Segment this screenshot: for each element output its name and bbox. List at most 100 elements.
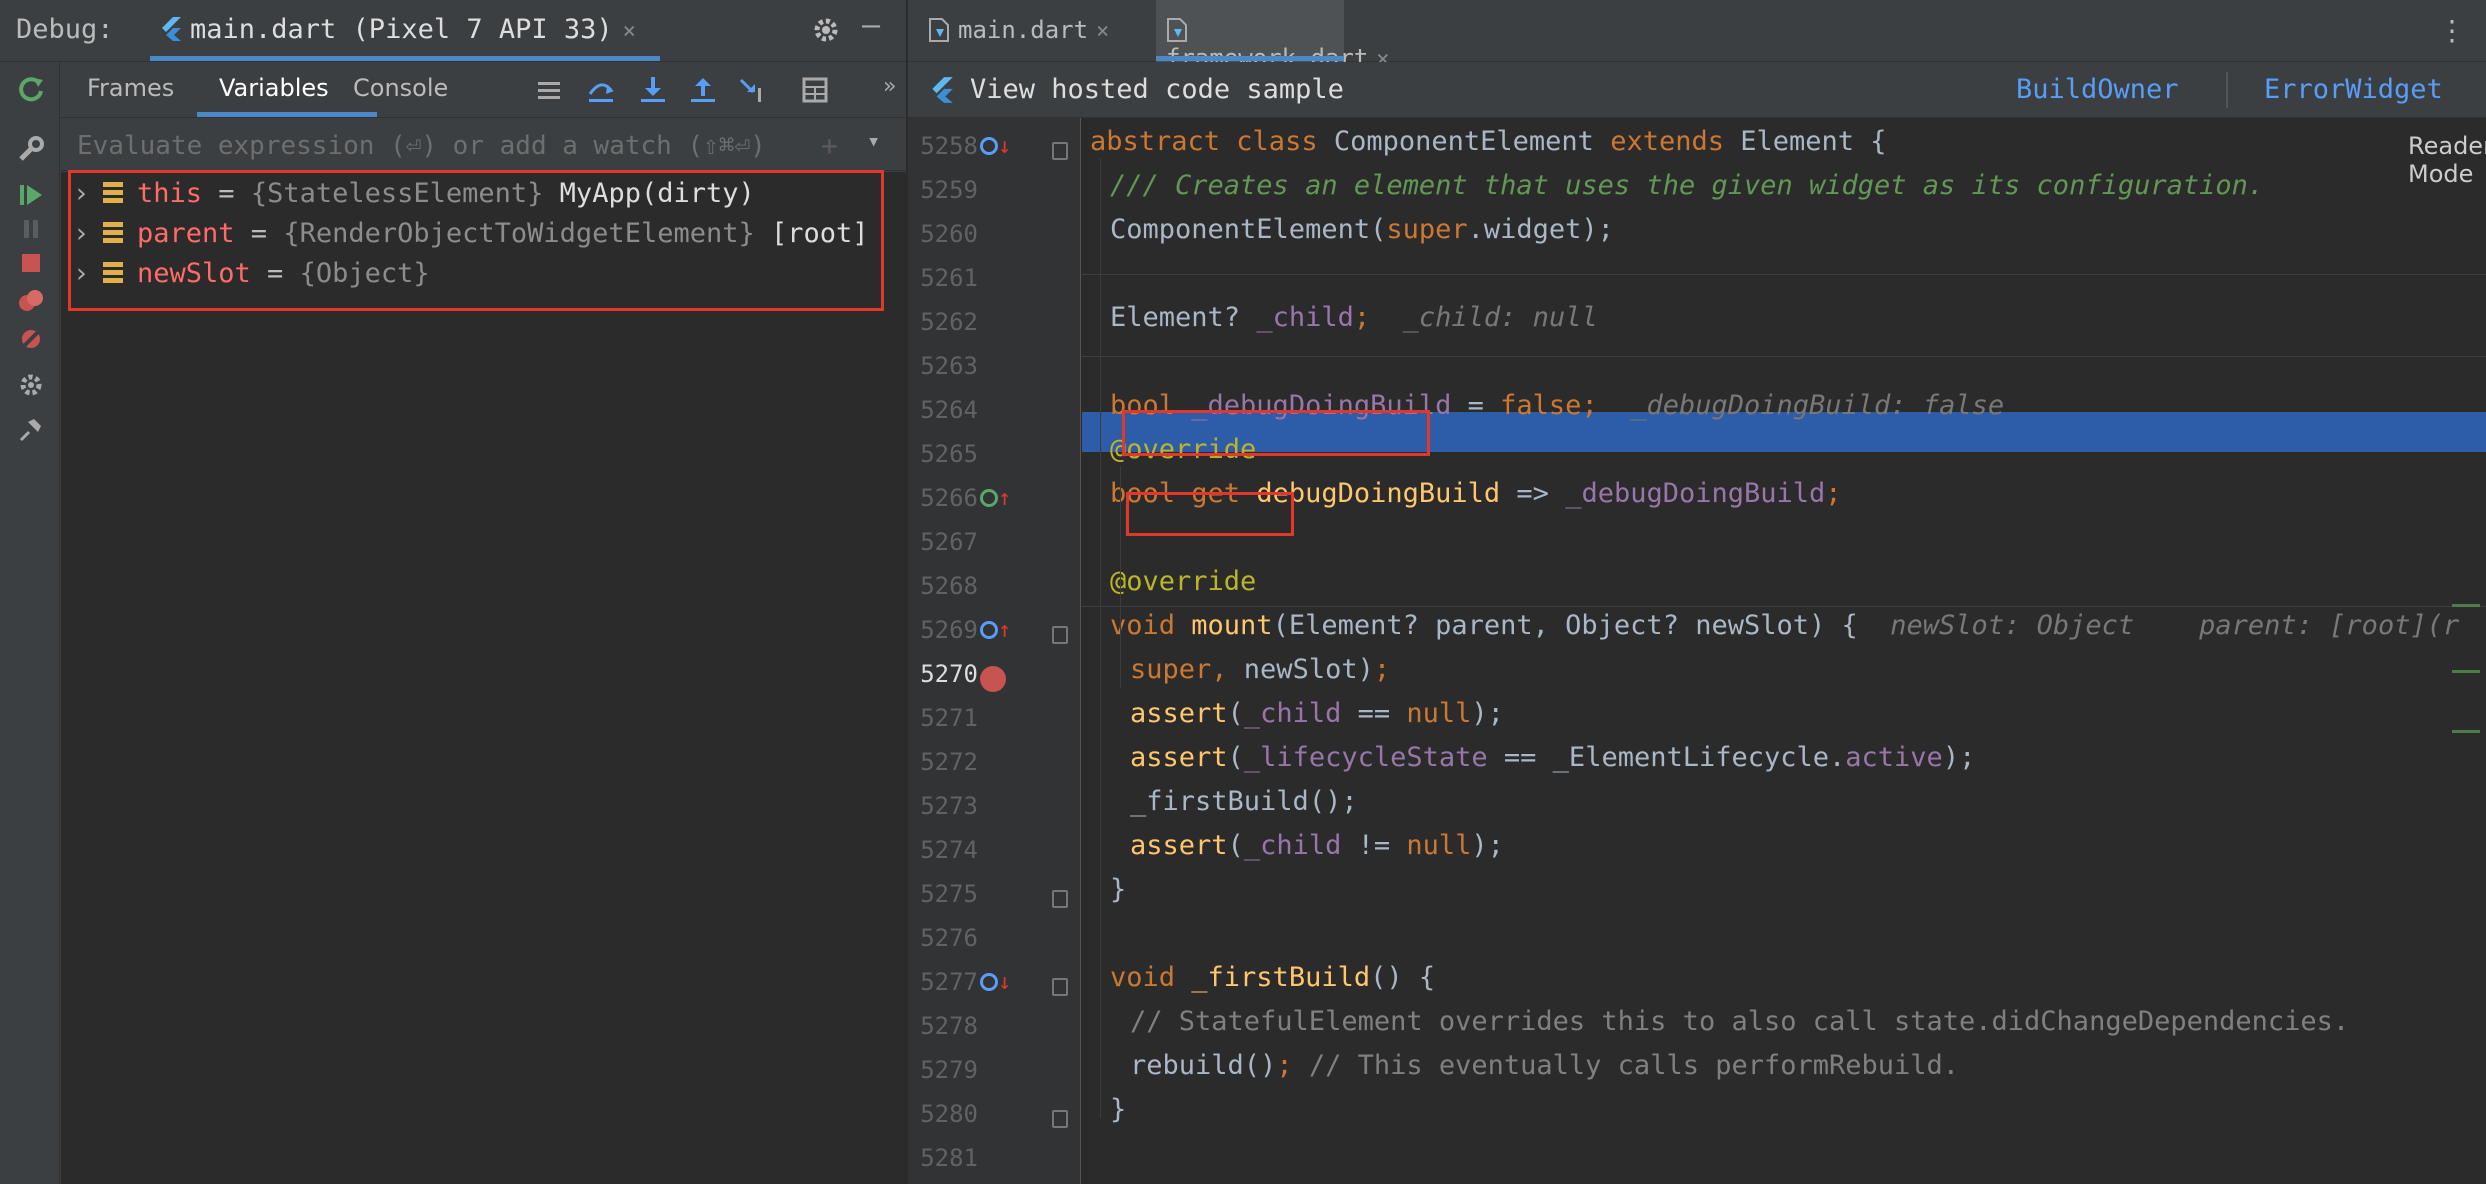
line-number[interactable]: 5271 xyxy=(908,704,978,732)
code-token: debugDoingBuild xyxy=(1256,478,1517,509)
code-token: _debugDoingBuild xyxy=(1565,478,1826,509)
code-line[interactable]: super, newSlot); xyxy=(1130,654,1390,698)
editor-banner: View hosted code sample BuildOwner Error… xyxy=(908,62,2486,118)
resume-icon[interactable] xyxy=(16,180,46,210)
step-into-icon[interactable] xyxy=(637,74,669,106)
error-widget-link[interactable]: ErrorWidget xyxy=(2264,74,2443,105)
code-line[interactable]: } xyxy=(1110,1094,1126,1138)
fold-icon[interactable] xyxy=(1052,142,1068,160)
line-number[interactable]: 5275 xyxy=(908,880,978,908)
gear-icon[interactable] xyxy=(810,14,842,46)
scroll-marker xyxy=(2452,730,2480,733)
code-area[interactable]: Reader Mode ✓ abstract class ComponentEl… xyxy=(1082,118,2486,1184)
close-icon[interactable]: × xyxy=(1096,19,1109,44)
code-line[interactable]: } xyxy=(1110,874,1126,918)
fold-icon[interactable] xyxy=(1052,890,1068,908)
code-token: active xyxy=(1845,742,1943,773)
tab-frames[interactable]: Frames xyxy=(87,74,174,102)
line-number[interactable]: 5260 xyxy=(908,220,978,248)
mute-breakpoints-icon[interactable] xyxy=(16,324,46,354)
line-number[interactable]: 5261 xyxy=(908,264,978,292)
menu-icon[interactable] xyxy=(533,74,565,106)
code-line[interactable]: assert(_child != null); xyxy=(1130,830,1504,874)
line-number[interactable]: 5280 xyxy=(908,1100,978,1128)
line-number[interactable]: 5273 xyxy=(908,792,978,820)
line-number[interactable]: 5266 xyxy=(908,484,978,512)
code-line[interactable]: abstract class ComponentElement extends … xyxy=(1090,126,1887,170)
minimize-icon[interactable]: — xyxy=(862,8,880,43)
code-token: (); xyxy=(1308,786,1358,817)
code-line[interactable]: void _firstBuild() { xyxy=(1110,962,1435,1006)
reader-mode-toggle[interactable]: Reader Mode xyxy=(2408,132,2486,188)
line-number[interactable]: 5279 xyxy=(908,1056,978,1084)
line-number[interactable]: 5278 xyxy=(908,1012,978,1040)
editor-tab-framework-dart[interactable]: framework.dart× xyxy=(1156,0,1390,72)
line-number[interactable]: 5262 xyxy=(908,308,978,336)
line-number[interactable]: 5267 xyxy=(908,528,978,556)
evaluate-expression-bar[interactable]: Evaluate expression (⏎) or add a watch (… xyxy=(61,119,908,171)
code-line[interactable]: Element? _child; _child: null xyxy=(1110,302,1598,346)
tab-variables[interactable]: Variables xyxy=(219,74,329,102)
more-vertical-icon[interactable]: ⋮ xyxy=(2438,14,2466,47)
method-separator xyxy=(1082,606,2486,607)
line-number[interactable]: 5259 xyxy=(908,176,978,204)
code-token: Element { xyxy=(1740,126,1887,157)
history-dropdown-icon[interactable]: ▾ xyxy=(867,129,880,154)
run-to-cursor-icon[interactable] xyxy=(737,74,769,106)
code-token: rebuild() xyxy=(1130,1050,1277,1081)
view-hosted-code-sample-link[interactable]: View hosted code sample xyxy=(970,74,1344,105)
fold-icon[interactable] xyxy=(1052,1110,1068,1128)
rerun-icon[interactable] xyxy=(16,74,46,104)
line-number[interactable]: 5270 xyxy=(908,660,978,688)
line-number[interactable]: 5272 xyxy=(908,748,978,776)
implemented-up-icon[interactable]: ↑ xyxy=(980,486,1011,511)
step-out-icon[interactable] xyxy=(687,74,719,106)
line-number[interactable]: 5269 xyxy=(908,616,978,644)
wrench-icon[interactable] xyxy=(16,134,46,164)
code-token: ; xyxy=(1373,654,1391,685)
pin-icon[interactable] xyxy=(16,414,46,444)
editor-gutter[interactable]: 5258 5259 5260 5261 5262 5263 5264 5265 5266 5267… xyxy=(908,118,1081,1184)
view-breakpoints-icon[interactable] xyxy=(16,286,46,316)
pause-icon[interactable] xyxy=(16,214,46,244)
code-line[interactable]: rebuild(); // This eventually calls perf… xyxy=(1130,1050,1959,1094)
close-icon[interactable]: × xyxy=(623,19,636,44)
override-up-icon[interactable]: ↑ xyxy=(980,618,1011,643)
line-number[interactable]: 5274 xyxy=(908,836,978,864)
code-token: extends xyxy=(1610,126,1741,157)
step-over-icon[interactable] xyxy=(585,74,617,106)
line-number[interactable]: 5276 xyxy=(908,924,978,952)
line-number[interactable]: 5268 xyxy=(908,572,978,600)
code-line[interactable]: /// Creates an element that uses the giv… xyxy=(1110,170,2264,214)
debug-session-tab[interactable]: main.dart (Pixel 7 API 33) × xyxy=(150,0,646,62)
breakpoint-icon[interactable] xyxy=(980,666,1006,692)
line-number[interactable]: 5281 xyxy=(908,1144,978,1172)
calculator-icon[interactable] xyxy=(799,74,831,106)
code-token: null xyxy=(1406,830,1472,861)
override-down-icon[interactable]: ↓ xyxy=(980,134,1011,159)
line-number[interactable]: 5277 xyxy=(908,968,978,996)
code-line[interactable]: void mount(Element? parent, Object? newS… xyxy=(1110,610,2459,654)
code-line[interactable]: // StatefulElement overrides this to als… xyxy=(1130,1006,2349,1050)
override-down-icon[interactable]: ↓ xyxy=(980,970,1011,995)
more-icon[interactable]: » xyxy=(883,74,896,99)
code-line[interactable]: assert(_child == null); xyxy=(1130,698,1504,742)
stop-icon[interactable] xyxy=(16,248,46,278)
line-number[interactable]: 5264 xyxy=(908,396,978,424)
code-line[interactable]: ComponentElement(super.widget); xyxy=(1110,214,1614,258)
line-number[interactable]: 5258 xyxy=(908,132,978,160)
tab-console[interactable]: Console xyxy=(353,74,448,102)
build-owner-link[interactable]: BuildOwner xyxy=(2016,74,2179,105)
line-number[interactable]: 5263 xyxy=(908,352,978,380)
add-watch-icon[interactable]: + xyxy=(821,129,838,162)
code-line[interactable]: _firstBuild(); xyxy=(1130,786,1358,830)
line-number[interactable]: 5265 xyxy=(908,440,978,468)
code-token: _child xyxy=(1256,302,1354,333)
editor-tab-main-dart[interactable]: main.dart × xyxy=(928,0,1109,62)
evaluate-expression-input[interactable]: Evaluate expression (⏎) or add a watch (… xyxy=(77,131,766,161)
code-line[interactable]: assert(_lifecycleState == _ElementLifecy… xyxy=(1130,742,1975,786)
settings-icon[interactable] xyxy=(16,370,46,400)
fold-icon[interactable] xyxy=(1052,978,1068,996)
fold-icon[interactable] xyxy=(1052,626,1068,644)
code-line[interactable]: @override xyxy=(1110,566,1256,610)
